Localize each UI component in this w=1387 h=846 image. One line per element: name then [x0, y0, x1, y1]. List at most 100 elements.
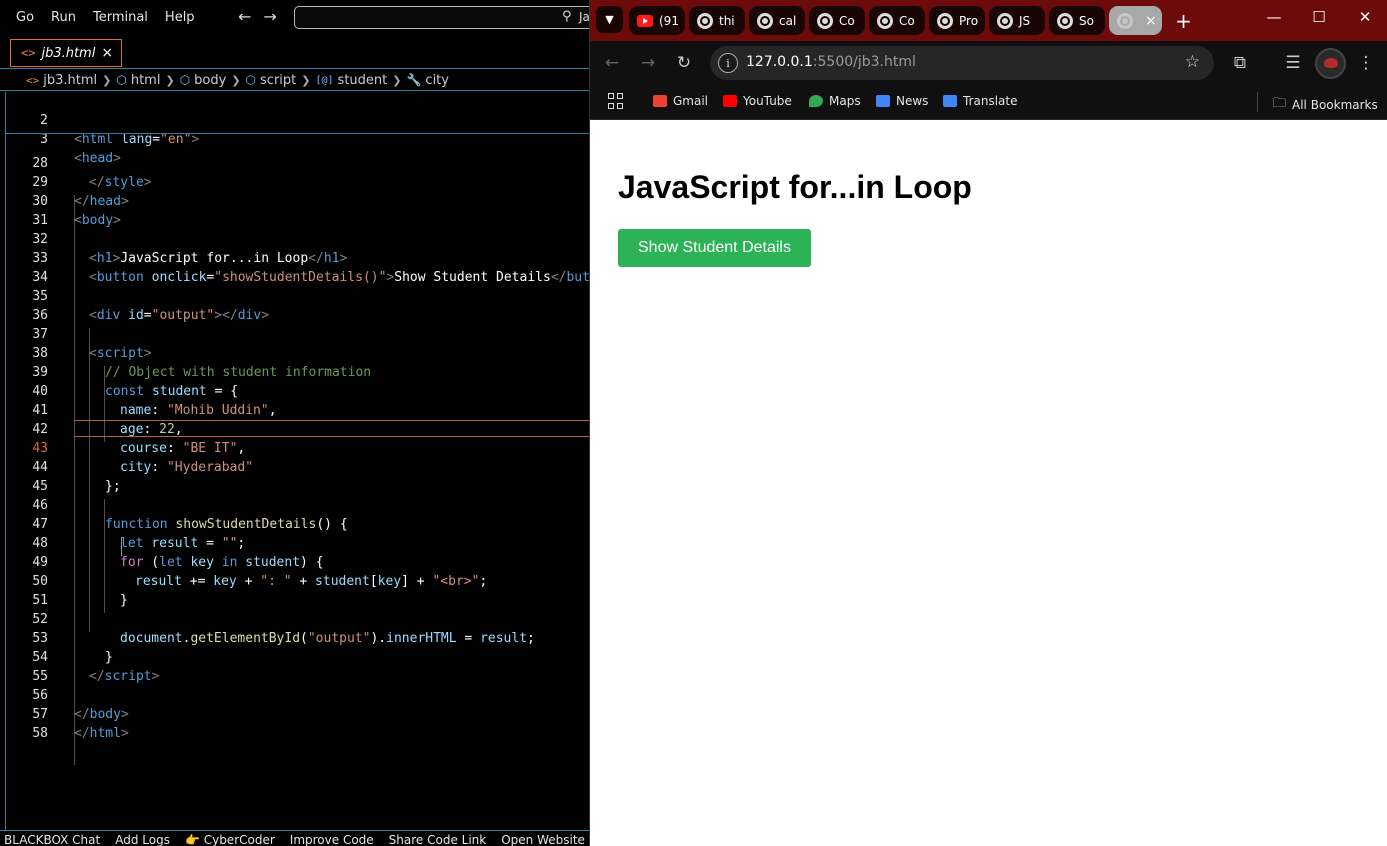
breadcrumb-city[interactable]: 🔧 city: [406, 73, 449, 88]
status-blackbox-chat[interactable]: BLACKBOX Chat: [4, 831, 100, 846]
menu-terminal[interactable]: Terminal: [93, 10, 148, 25]
extensions-icon[interactable]: ⧉: [1228, 53, 1252, 73]
menu-go[interactable]: Go: [16, 10, 34, 25]
code-line: 44 };: [0, 439, 589, 494]
chevron-right-icon: ❯: [165, 73, 175, 87]
back-arrow-icon[interactable]: ←: [600, 53, 624, 73]
breadcrumb-html[interactable]: ⬡ html: [116, 73, 160, 88]
bookmark-gmail[interactable]: Gmail: [653, 94, 708, 108]
browser-tab[interactable]: thi: [689, 6, 745, 35]
breadcrumb-label: body: [194, 72, 227, 88]
code-line: 3 <head>: [0, 111, 589, 166]
more-menu-icon[interactable]: ⋮: [1354, 53, 1378, 73]
address-bar-url: 127.0.0.1:5500/jb3.html: [746, 54, 916, 70]
editor-tab-jb3[interactable]: <> jb3.html ×: [10, 39, 122, 67]
url-host: 127.0.0.1: [746, 54, 813, 70]
code-line: 37 <script>: [0, 306, 589, 361]
bookmark-maps[interactable]: Maps: [809, 94, 861, 108]
code-line: 30 <body>: [0, 173, 589, 228]
code-line: 56 </body>: [0, 667, 589, 722]
new-tab-button[interactable]: +: [1170, 7, 1197, 34]
bookmark-translate[interactable]: Translate: [943, 94, 1018, 108]
code-line: 50 }: [0, 553, 589, 608]
bookmark-label: YouTube: [743, 94, 792, 108]
browser-tab[interactable]: Co: [869, 6, 925, 35]
reload-icon[interactable]: ↻: [672, 53, 696, 73]
bookmark-label: Translate: [963, 94, 1018, 108]
browser-tab-active[interactable]: ×: [1109, 6, 1162, 35]
folder-icon: 🗀: [1273, 96, 1287, 111]
breadcrumb-student[interactable]: [@] student: [315, 73, 387, 88]
code-line: 40 name: "Mohib Uddin",: [0, 363, 589, 418]
code-line: 52 document.getElementById("output").inn…: [0, 591, 589, 646]
show-student-details-button[interactable]: Show Student Details: [618, 229, 811, 267]
element-icon: ⬡: [116, 73, 127, 87]
breadcrumb-label: city: [425, 72, 449, 88]
code-line: 32 <h1>JavaScript for...in Loop</h1>: [0, 211, 589, 266]
menu-run[interactable]: Run: [51, 10, 76, 25]
command-center-text: Ja: [579, 10, 589, 24]
chevron-right-icon: ❯: [301, 73, 311, 87]
html-file-icon: <>: [26, 73, 40, 87]
code-line: 47 let result = "";: [0, 496, 589, 551]
wrench-icon: 🔧: [406, 73, 422, 87]
bookmark-label: News: [896, 94, 929, 108]
code-line: 41 age: 22,: [0, 382, 589, 437]
status-add-logs[interactable]: Add Logs: [115, 831, 170, 846]
status-open-website[interactable]: Open Website: [501, 831, 585, 846]
browser-tab[interactable]: So: [1049, 6, 1105, 35]
close-window-icon[interactable]: ✕: [1350, 8, 1380, 26]
code-line: 36: [0, 287, 589, 323]
browser-tab-label: thi: [719, 13, 735, 28]
bookmark-news[interactable]: News: [876, 94, 928, 108]
status-improve-code[interactable]: Improve Code: [290, 831, 374, 846]
breadcrumb-script[interactable]: ⬡ script: [246, 73, 297, 88]
code-line: 43 city: "Hyderabad": [0, 420, 589, 475]
tab-search-button[interactable]: ▼: [596, 6, 623, 33]
status-share-code-link[interactable]: Share Code Link: [389, 831, 487, 846]
apps-grid-icon[interactable]: [608, 93, 624, 109]
breadcrumb-label: jb3.html: [43, 72, 98, 88]
code-line: 31: [0, 192, 589, 228]
breadcrumb-file[interactable]: <> jb3.html: [26, 73, 97, 88]
command-center-input[interactable]: ⚲ Ja: [294, 6, 589, 29]
status-cybercoder[interactable]: 👉 CyberCoder: [185, 831, 275, 846]
minimize-icon[interactable]: —: [1259, 8, 1289, 26]
avatar[interactable]: [1315, 48, 1346, 79]
close-icon[interactable]: ×: [101, 45, 113, 61]
browser-tab-label: (91: [659, 13, 679, 28]
all-bookmarks[interactable]: 🗀 All Bookmarks: [1273, 94, 1378, 116]
maximize-icon[interactable]: ☐: [1304, 8, 1334, 26]
bookmarks-bar: Gmail YouTube Maps News Translate 🗀 All B…: [590, 86, 1387, 120]
code-area[interactable]: 2 <html lang="en"> 3 <head> 28 </style> …: [0, 92, 589, 830]
media-queue-icon[interactable]: ☰: [1281, 53, 1305, 73]
star-icon[interactable]: ☆: [1185, 52, 1200, 72]
url-path: :5500/jb3.html: [812, 54, 916, 70]
code-line: 46 function showStudentDetails() {: [0, 477, 589, 532]
page-viewport: JavaScript for...in Loop Show Student De…: [590, 121, 1387, 846]
close-icon[interactable]: ×: [1145, 13, 1157, 29]
menu-help[interactable]: Help: [165, 10, 195, 25]
browser-tab[interactable]: Co: [809, 6, 865, 35]
gmail-icon: [653, 95, 667, 107]
code-line: 39 const student = {: [0, 344, 589, 399]
browser-tab[interactable]: JS: [989, 6, 1045, 35]
forward-arrow-icon[interactable]: →: [263, 7, 276, 26]
globe-icon: [697, 12, 713, 29]
forward-arrow-icon[interactable]: →: [636, 53, 660, 73]
code-line: 51: [0, 572, 589, 608]
browser-tab-label: Co: [899, 13, 915, 28]
back-arrow-icon[interactable]: ←: [238, 7, 251, 26]
translate-icon: [943, 95, 957, 107]
bookmark-youtube[interactable]: YouTube: [723, 94, 792, 108]
breadcrumb-body[interactable]: ⬡ body: [180, 73, 227, 88]
code-line: 54 </script>: [0, 629, 589, 684]
site-info-icon[interactable]: i: [718, 53, 738, 73]
browser-tab[interactable]: (91: [629, 6, 685, 35]
maps-icon: [809, 95, 823, 107]
browser-tab[interactable]: Pro: [929, 6, 985, 35]
address-bar[interactable]: i 127.0.0.1:5500/jb3.html ☆: [710, 46, 1214, 80]
browser-tab[interactable]: cal: [749, 6, 805, 35]
browser-tab-label: JS: [1019, 13, 1031, 28]
chevron-right-icon: ❯: [392, 73, 402, 87]
